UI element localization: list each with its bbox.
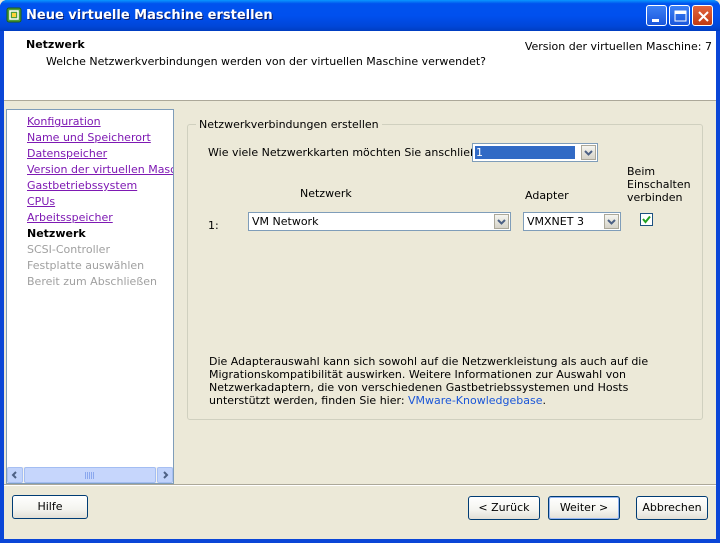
wizard-step-item[interactable]: Konfiguration — [27, 114, 173, 130]
scroll-thumb[interactable] — [24, 467, 156, 483]
adapter-select-value: VMXNET 3 — [527, 215, 584, 228]
wizard-step-item: Netzwerk — [27, 227, 86, 240]
back-button[interactable]: < Zurück — [468, 496, 540, 520]
column-header-network: Netzwerk — [300, 187, 352, 200]
wizard-step-item: Festplatte auswählen — [27, 259, 145, 272]
vm-version-label: Version der virtuellen Maschine: 7 — [524, 40, 712, 53]
checkmark-icon — [642, 215, 651, 224]
footer-separator — [4, 484, 716, 486]
minimize-button[interactable] — [646, 5, 667, 26]
step-list-horizontal-scrollbar[interactable] — [7, 467, 173, 483]
group-title: Netzwerkverbindungen erstellen — [196, 118, 382, 131]
grip-icon — [85, 472, 95, 479]
wizard-step-list: Konfiguration Name und Speicherort Datensp… — [6, 109, 174, 484]
wizard-step-item[interactable]: Version der virtuellen Maschine — [27, 162, 173, 178]
wizard-step-item[interactable]: CPUs — [27, 194, 173, 210]
step-description: Welche Netzwerkverbindungen werden von d… — [46, 55, 487, 68]
nic-count-label: Wie viele Netzwerkkarten möchten Sie ans… — [208, 146, 497, 159]
wizard-step-item[interactable]: Gastbetriebssystem — [27, 178, 173, 194]
arrow-left-icon — [11, 471, 17, 479]
chevron-down-icon[interactable] — [581, 145, 596, 160]
wizard-step-item: SCSI-Controller — [27, 243, 110, 256]
adapter-select[interactable]: VMXNET 3 — [523, 212, 621, 231]
wizard-step-item[interactable]: Name und Speicherort — [27, 130, 173, 146]
wizard-client-area: Netzwerk Welche Netzwerkverbindungen wer… — [4, 31, 716, 539]
next-button[interactable]: Weiter > — [548, 496, 620, 520]
wizard-step-item[interactable]: Datenspeicher — [27, 146, 173, 162]
wizard-step-item: Bereit zum Abschließen — [27, 275, 157, 288]
nic-row-index: 1: — [208, 219, 219, 232]
title-bar[interactable]: Neue virtuelle Maschine erstellen — [0, 0, 720, 31]
cancel-button[interactable]: Abbrechen — [636, 496, 708, 520]
window-title: Neue virtuelle Maschine erstellen — [26, 8, 273, 23]
wizard-step-item[interactable]: Arbeitsspeicher — [27, 210, 173, 226]
connect-header-line-1: Beim — [627, 165, 656, 178]
column-header-connect-at-power-on: Beim Einschalten verbinden — [627, 165, 691, 204]
column-header-adapter: Adapter — [525, 189, 569, 202]
connect-header-line-3: verbinden — [627, 191, 683, 204]
info-text-end: . — [542, 394, 546, 407]
nic-count-select[interactable]: 1 — [472, 143, 598, 162]
chevron-down-icon[interactable] — [494, 214, 509, 229]
wizard-window: Neue virtuelle Maschine erstellen Netzwe… — [0, 0, 720, 543]
network-connections-group: Netzwerkverbindungen erstellen Wie viele… — [187, 118, 703, 420]
network-select[interactable]: VM Network — [248, 212, 511, 231]
close-button[interactable] — [692, 5, 713, 26]
knowledgebase-link[interactable]: VMware-Knowledgebase — [408, 394, 542, 407]
network-settings-panel: Netzwerkverbindungen erstellen Wie viele… — [180, 109, 716, 484]
vsphere-app-icon — [6, 7, 22, 23]
arrow-right-icon — [163, 471, 169, 479]
nic-count-value: 1 — [475, 146, 575, 159]
scroll-right-button[interactable] — [157, 467, 173, 483]
connect-at-power-on-checkbox[interactable] — [640, 213, 653, 226]
connect-header-line-2: Einschalten — [627, 178, 691, 191]
network-select-value: VM Network — [252, 215, 319, 228]
step-list-items: Konfiguration Name und Speicherort Datensp… — [27, 114, 173, 290]
maximize-button[interactable] — [669, 5, 690, 26]
wizard-header: Netzwerk Welche Netzwerkverbindungen wer… — [4, 31, 716, 101]
step-title: Netzwerk — [26, 38, 85, 51]
adapter-info-text: Die Adapterauswahl kann sich sowohl auf … — [209, 355, 689, 407]
chevron-down-icon[interactable] — [604, 214, 619, 229]
scroll-left-button[interactable] — [7, 467, 23, 483]
help-button[interactable]: Hilfe — [12, 495, 88, 519]
